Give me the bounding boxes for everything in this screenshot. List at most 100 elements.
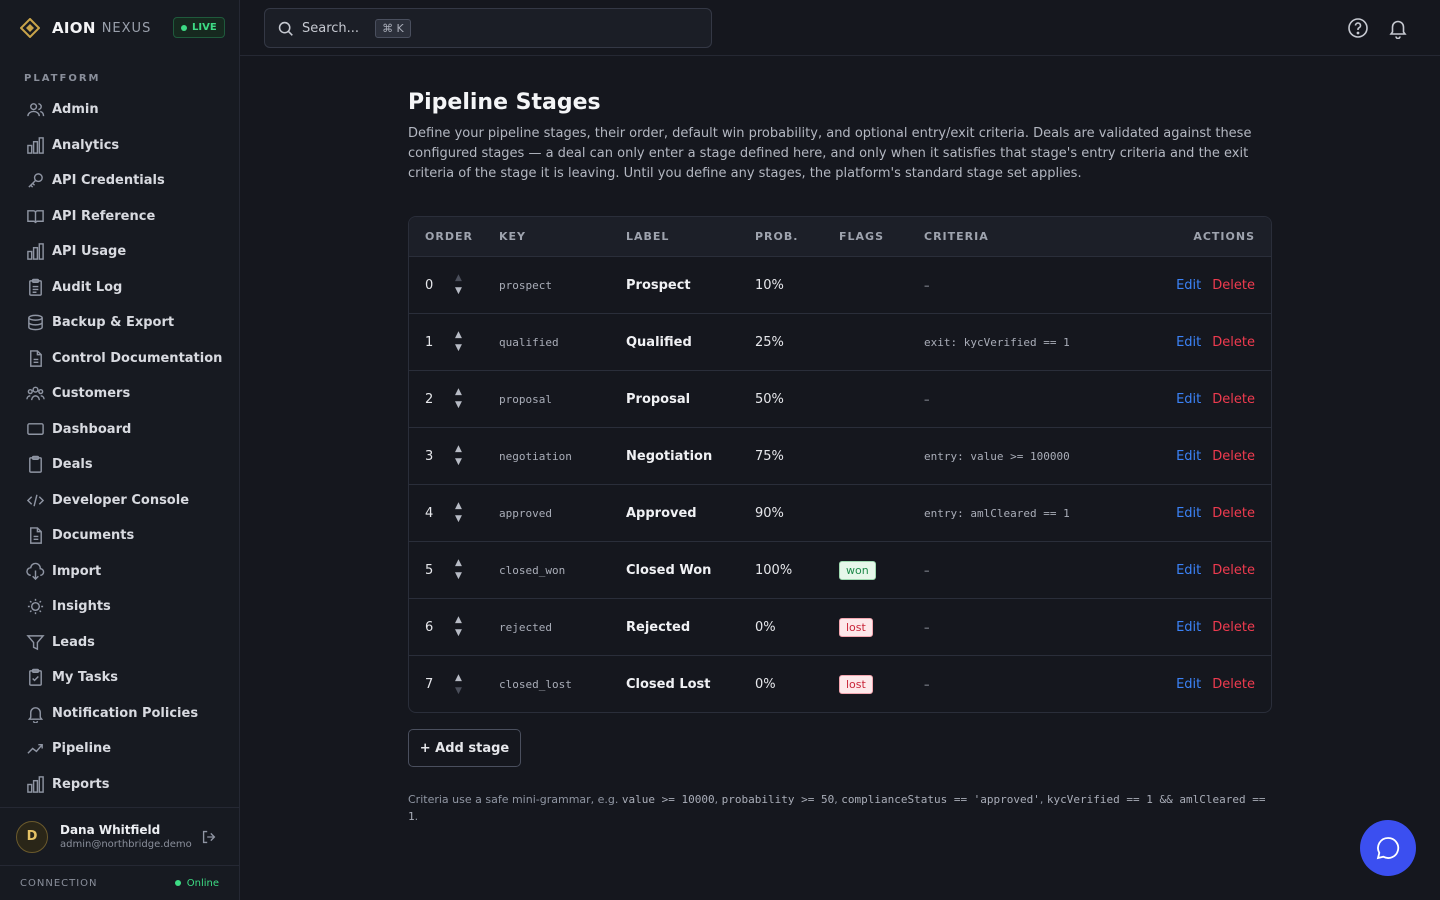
sidebar-item-admin[interactable]: Admin xyxy=(0,92,240,128)
header-flags: FLAGS xyxy=(839,230,884,243)
help-icon[interactable] xyxy=(1347,17,1369,39)
trending-icon xyxy=(27,744,43,755)
reorder-controls: ▲ ▼ xyxy=(455,672,462,698)
order-cell: 7 ▲ ▼ xyxy=(409,672,499,698)
sidebar-item-api-reference[interactable]: API Reference xyxy=(0,199,240,235)
row-actions: Edit Delete xyxy=(1124,335,1271,350)
delete-button[interactable]: Delete xyxy=(1212,392,1255,407)
sidebar-item-customers[interactable]: Customers xyxy=(0,376,240,412)
search-placeholder: Search... xyxy=(302,20,360,36)
delete-button[interactable]: Delete xyxy=(1212,506,1255,521)
move-up-icon[interactable]: ▲ xyxy=(455,500,462,513)
main-content: Pipeline Stages Define your pipeline sta… xyxy=(408,90,1272,184)
stage-key: prospect xyxy=(499,278,552,292)
sidebar-item-my-tasks[interactable]: My Tasks xyxy=(0,660,240,696)
group-icon xyxy=(26,386,45,401)
bell-icon[interactable] xyxy=(1387,17,1409,39)
move-down-icon[interactable]: ▼ xyxy=(455,285,462,298)
edit-button[interactable]: Edit xyxy=(1176,506,1201,521)
sidebar-item-label: Leads xyxy=(52,634,95,650)
table-header: ORDER KEY LABEL PROB. FLAGS CRITERIA ACT… xyxy=(409,217,1271,257)
edit-button[interactable]: Edit xyxy=(1176,677,1201,692)
stage-criteria: – xyxy=(924,392,930,406)
sidebar-item-dashboard[interactable]: Dashboard xyxy=(0,412,240,448)
order-cell: 1 ▲ ▼ xyxy=(409,329,499,355)
pipeline-stages-table: ORDER KEY LABEL PROB. FLAGS CRITERIA ACT… xyxy=(408,216,1272,713)
sidebar-item-analytics[interactable]: Analytics xyxy=(0,128,240,164)
sidebar-item-control-documentation[interactable]: Control Documentation xyxy=(0,341,240,377)
move-down-icon[interactable]: ▼ xyxy=(455,627,462,640)
edit-button[interactable]: Edit xyxy=(1176,449,1201,464)
sidebar-item-insights[interactable]: Insights xyxy=(0,589,240,625)
edit-button[interactable]: Edit xyxy=(1176,563,1201,578)
stage-label: Approved xyxy=(626,505,697,521)
sidebar-item-documents[interactable]: Documents xyxy=(0,518,240,554)
move-up-icon[interactable]: ▲ xyxy=(455,272,462,285)
move-down-icon[interactable]: ▼ xyxy=(455,456,462,469)
stage-label: Negotiation xyxy=(626,448,713,464)
logout-icon[interactable] xyxy=(200,828,218,846)
chat-button[interactable] xyxy=(1360,820,1416,876)
add-stage-button[interactable]: + Add stage xyxy=(408,729,521,767)
move-up-icon[interactable]: ▲ xyxy=(455,329,462,342)
monitor-icon xyxy=(27,422,44,435)
sidebar-nav: Admin Analytics API Credentials API Refe… xyxy=(0,92,240,802)
search-shortcut: ⌘ K xyxy=(375,18,411,38)
edit-button[interactable]: Edit xyxy=(1176,392,1201,407)
lost-flag-badge: lost xyxy=(839,617,873,637)
move-up-icon[interactable]: ▲ xyxy=(455,557,462,570)
connection-label: CONNECTION xyxy=(20,877,98,889)
move-down-icon[interactable]: ▼ xyxy=(455,342,462,355)
sidebar-item-api-credentials[interactable]: API Credentials xyxy=(0,163,240,199)
stage-probability: 90% xyxy=(755,505,784,521)
delete-button[interactable]: Delete xyxy=(1212,620,1255,635)
sidebar-item-developer-console[interactable]: Developer Console xyxy=(0,483,240,519)
move-down-icon[interactable]: ▼ xyxy=(455,685,462,698)
sidebar-item-backup-export[interactable]: Backup & Export xyxy=(0,305,240,341)
sidebar-item-label: Developer Console xyxy=(52,492,190,508)
delete-button[interactable]: Delete xyxy=(1212,278,1255,293)
table-row: 2 ▲ ▼ proposal Proposal 50% – Edit Delet… xyxy=(409,371,1271,428)
edit-button[interactable]: Edit xyxy=(1176,335,1201,350)
chat-bubble-icon xyxy=(1376,837,1400,860)
sidebar-item-notification-policies[interactable]: Notification Policies xyxy=(0,696,240,732)
sidebar-item-leads[interactable]: Leads xyxy=(0,625,240,661)
move-up-icon[interactable]: ▲ xyxy=(455,443,462,456)
move-down-icon[interactable]: ▼ xyxy=(455,399,462,412)
sidebar-item-api-usage[interactable]: API Usage xyxy=(0,234,240,270)
move-up-icon[interactable]: ▲ xyxy=(455,672,462,685)
stage-probability: 50% xyxy=(755,391,784,407)
live-label: LIVE xyxy=(192,22,217,33)
stage-label: Rejected xyxy=(626,619,691,635)
sidebar-item-pipeline[interactable]: Pipeline xyxy=(0,731,240,767)
sidebar-item-reports[interactable]: Reports xyxy=(0,767,240,803)
sidebar-item-label: Documents xyxy=(52,528,135,544)
sidebar-item-deals[interactable]: Deals xyxy=(0,447,240,483)
sidebar-item-label: Admin xyxy=(52,102,99,118)
move-up-icon[interactable]: ▲ xyxy=(455,386,462,399)
order-cell: 0 ▲ ▼ xyxy=(409,272,499,298)
delete-button[interactable]: Delete xyxy=(1212,449,1255,464)
delete-button[interactable]: Delete xyxy=(1212,677,1255,692)
top-bar: Search... ⌘ K xyxy=(240,0,1440,56)
stage-probability: 10% xyxy=(755,277,784,293)
edit-button[interactable]: Edit xyxy=(1176,620,1201,635)
sidebar-item-audit-log[interactable]: Audit Log xyxy=(0,270,240,306)
footnote-example-3: complianceStatus == 'approved' xyxy=(841,793,1040,806)
table-row: 7 ▲ ▼ closed_lost Closed Lost 0% lost – … xyxy=(409,656,1271,712)
delete-button[interactable]: Delete xyxy=(1212,335,1255,350)
move-up-icon[interactable]: ▲ xyxy=(455,614,462,627)
edit-button[interactable]: Edit xyxy=(1176,278,1201,293)
stage-criteria: exit: kycVerified == 1 xyxy=(924,335,1070,349)
move-down-icon[interactable]: ▼ xyxy=(455,570,462,583)
footnote-example-2: probability >= 50 xyxy=(721,793,835,806)
stage-criteria: – xyxy=(924,620,930,634)
sidebar-item-import[interactable]: Import xyxy=(0,554,240,590)
search-input[interactable]: Search... ⌘ K xyxy=(264,8,712,48)
user-profile[interactable]: D Dana Whitfield admin@northbridge.demo xyxy=(0,807,239,865)
move-down-icon[interactable]: ▼ xyxy=(455,513,462,526)
stage-criteria: – xyxy=(924,278,930,292)
clipboard-check-icon xyxy=(29,668,42,687)
delete-button[interactable]: Delete xyxy=(1212,563,1255,578)
sidebar-item-label: Reports xyxy=(52,776,110,792)
